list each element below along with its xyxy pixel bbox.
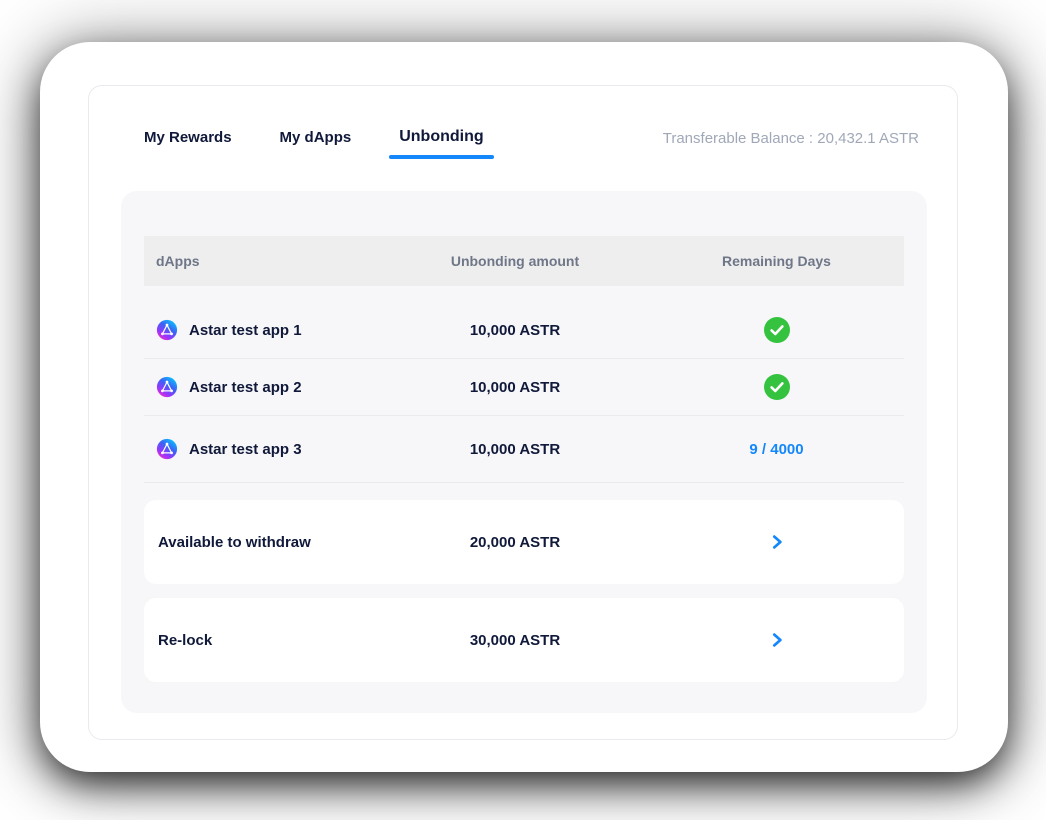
unbonding-amount: 10,000 ASTR <box>381 379 649 396</box>
tab-bar: My Rewards My dApps Unbonding <box>144 122 484 152</box>
table-row: Astar test app 1 10,000 ASTR <box>144 302 904 359</box>
header-remaining-days: Remaining Days <box>649 253 904 269</box>
available-to-withdraw-row[interactable]: Available to withdraw 20,000 ASTR <box>144 500 904 584</box>
header-dapps: dApps <box>144 253 381 269</box>
dapp-name: Astar test app 1 <box>189 322 302 339</box>
astar-logo-icon <box>156 376 178 398</box>
table-body: Astar test app 1 10,000 ASTR <box>144 302 904 483</box>
table-row: Astar test app 3 10,000 ASTR 9 / 4000 <box>144 416 904 483</box>
tab-my-dapps[interactable]: My dApps <box>280 129 352 146</box>
table-row: Astar test app 2 10,000 ASTR <box>144 359 904 416</box>
remaining-days-cell <box>649 373 904 401</box>
remaining-days-cell: 9 / 4000 <box>649 441 904 458</box>
chevron-right-icon[interactable] <box>768 533 786 551</box>
active-tab-underline <box>389 155 493 159</box>
tab-my-rewards[interactable]: My Rewards <box>144 129 232 146</box>
remaining-days-cell <box>649 316 904 344</box>
action-label: Re-lock <box>144 632 381 649</box>
dapp-cell: Astar test app 2 <box>144 376 381 398</box>
action-chevron-cell <box>649 533 904 551</box>
unbonding-amount: 10,000 ASTR <box>381 441 649 458</box>
dapp-cell: Astar test app 3 <box>144 438 381 460</box>
unbonding-amount: 10,000 ASTR <box>381 322 649 339</box>
action-amount: 30,000 ASTR <box>381 632 649 649</box>
action-label: Available to withdraw <box>144 534 381 551</box>
transferable-balance: Transferable Balance : 20,432.1 ASTR <box>663 130 919 147</box>
staking-card: My Rewards My dApps Unbonding Transferab… <box>88 85 958 740</box>
remaining-days-ratio: 9 / 4000 <box>749 441 803 458</box>
chevron-right-icon[interactable] <box>768 631 786 649</box>
action-amount: 20,000 ASTR <box>381 534 649 551</box>
header-unbonding-amount: Unbonding amount <box>381 253 649 269</box>
action-chevron-cell <box>649 631 904 649</box>
astar-logo-icon <box>156 438 178 460</box>
unbonding-panel: dApps Unbonding amount Remaining Days <box>121 191 927 713</box>
table-header: dApps Unbonding amount Remaining Days <box>144 236 904 286</box>
dapp-cell: Astar test app 1 <box>144 319 381 341</box>
check-circle-icon <box>763 373 791 401</box>
check-circle-icon <box>763 316 791 344</box>
tab-unbonding[interactable]: Unbonding <box>399 128 483 146</box>
main-window: My Rewards My dApps Unbonding Transferab… <box>40 42 1008 772</box>
astar-logo-icon <box>156 319 178 341</box>
dapp-name: Astar test app 3 <box>189 441 302 458</box>
tab-unbonding-label: Unbonding <box>399 128 483 145</box>
re-lock-row[interactable]: Re-lock 30,000 ASTR <box>144 598 904 682</box>
dapp-name: Astar test app 2 <box>189 379 302 396</box>
